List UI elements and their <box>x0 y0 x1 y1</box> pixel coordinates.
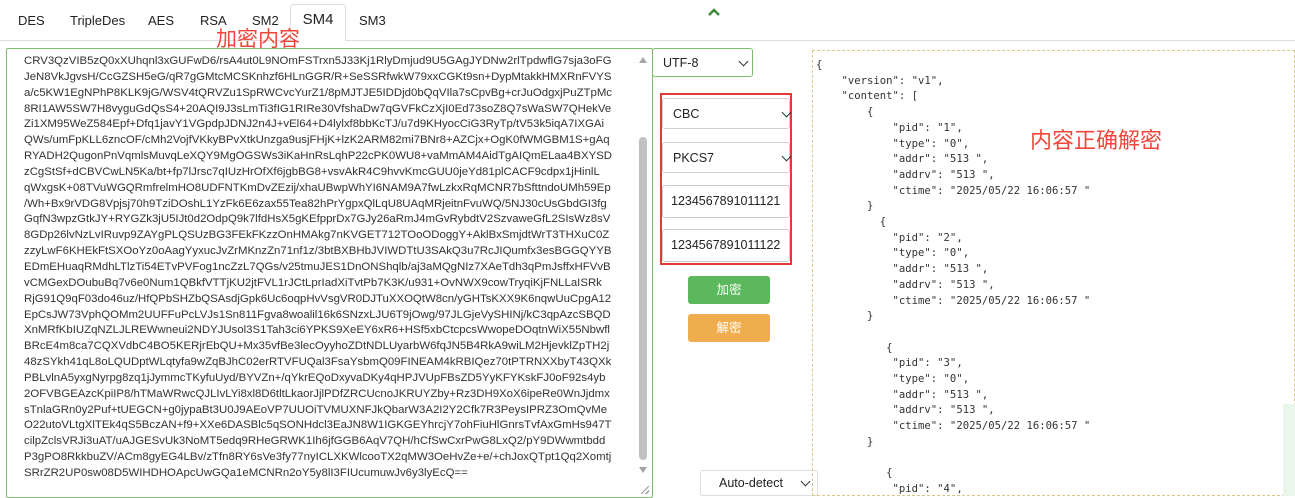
ciphertext-line: sTnlaGRn0y2Puf+tUEGCN+g0jypaBt3U0J9AEoVP… <box>24 403 608 416</box>
tab-sm3[interactable]: SM3 <box>359 8 386 39</box>
output-line: "addrv": "513 ", <box>816 168 995 181</box>
ciphertext-line: qWxgsK+08TVuWGQRmfrelmHO8UDFNTKmDvZEzij/… <box>24 181 611 194</box>
tab-tripledes[interactable]: TripleDes <box>70 8 125 39</box>
ciphertext-line: RjG91Q9qF03do46uz/HfQPbSHZbQSAsdjGpk6Uc6… <box>24 292 612 305</box>
output-line: { <box>816 216 887 229</box>
output-line: "type": "0", <box>816 247 970 260</box>
ciphertext-line: vCMGexDOubuBq7v6e0Num1QBkfVTTjKU2jtFVL1r… <box>24 276 602 289</box>
format-detect-value: Auto-detect <box>719 476 783 490</box>
chevron-up-icon[interactable] <box>706 6 722 18</box>
encoding-select-value: UTF-8 <box>663 55 699 70</box>
ciphertext-line: CRV3QzVIB5zQ0xXUhqnl3xGUFwD6/rsA4ut0L9NO… <box>24 55 612 67</box>
ciphertext-line: P3gPO8RkkbuZV/ACm8gyEG4LBv/zTfn8RY6sVe3f… <box>24 451 612 464</box>
scroll-down-arrow-icon[interactable] <box>639 467 647 473</box>
output-line: "content": [ <box>816 90 919 103</box>
output-line: "pid": "2", <box>816 231 963 244</box>
ciphertext-line: O22utoVLtgXlTEk4qS5BczAN+f9+XXe6DASBlc5q… <box>24 419 612 432</box>
ciphertext-line: zzyLwF6KHEkFtSXOoYz0oAagYyxucJvZrMKnzZn7… <box>24 245 612 258</box>
output-line: "ctime": "2025/05/22 16:06:57 " <box>816 294 1091 307</box>
ciphertext-line: GqfN3wpzGtkJY+RYGZk3jU5IJt0d2OdpQ9k7lfdH… <box>24 213 611 226</box>
ciphertext-scrollbar[interactable] <box>635 49 652 497</box>
output-line: { <box>816 59 823 71</box>
ciphertext-line: PBLvlnA5yxgNyrpg8zq1jJymmcTKyfuUyd/BYVZn… <box>24 371 606 384</box>
chevron-down-icon <box>781 151 792 162</box>
mode-select[interactable]: CBC <box>662 98 792 129</box>
ciphertext-line: Zi1XM95WeZ584Epf+Dfq1javY1VGpdpJDNJ2n4J+… <box>24 118 605 131</box>
ciphertext-line: zCgStSf+dCBVCwLN5Ka/bt+fp7lJrsc7qIUzHrOf… <box>24 165 600 178</box>
ciphertext-line: a/c5KW1EgNPhP8KLK9jG/WSV4tQRVZu1SpRWCvcY… <box>24 86 613 99</box>
ciphertext-line: 48zSYkh41qL8oLQUDptWLqtyfa9wZqBJhC02erRT… <box>24 356 612 369</box>
output-line: { <box>816 106 874 119</box>
output-line: } <box>816 200 874 213</box>
padding-select-value: PKCS7 <box>673 150 714 165</box>
chevron-down-icon <box>781 107 792 118</box>
ciphertext-line: 2OFVBGEAzcKpiIP8/hTMaWRwcQJLIvLYi8xl8D6t… <box>24 387 610 400</box>
padding-select[interactable]: PKCS7 <box>662 142 792 173</box>
ciphertext-line: RYADH2QugonPnVqmlsMuvqLeXQY9MgOGSWs3iKaH… <box>24 150 613 163</box>
format-detect-select[interactable]: Auto-detect <box>700 470 818 496</box>
output-annotation: 内容正确解密 <box>1030 129 1163 154</box>
ciphertext-line: 8RI1AW5SW7H8vyguGdQsS4+20AQI9J3sLmTi3fIG… <box>24 102 612 115</box>
ciphertext-line: SRrZR2UP0sw08D5WIHDHOApcUwGQa1eMCNRn2oY5… <box>24 466 468 479</box>
output-line: { <box>816 467 893 480</box>
algorithm-tabs: DES TripleDes AES RSA SM2 SM4 SM3 <box>0 0 1295 42</box>
ciphertext-line: QWs/umFpKLL6zncOF/cMh2VojfVKkyBPvXtkUnzg… <box>24 134 610 147</box>
ciphertext-line: 8GDp26lvNzLvIRuvp9ZAYgPLQSUzBG3FEkFKzzOn… <box>24 229 610 242</box>
chevron-down-icon <box>800 476 811 487</box>
edge-strip <box>1283 404 1295 496</box>
output-line: } <box>816 435 874 448</box>
output-line: "version": "v1", <box>816 74 944 87</box>
ciphertext-line: cilpZclsVRJi3uAT/uAJGESvUk3NoMT5edq9RHeG… <box>24 435 606 448</box>
ciphertext-textarea[interactable]: CRV3QzVIB5zQ0xXUhqnl3xGUFwD6/rsA4ut0L9NO… <box>6 48 653 498</box>
output-line: "addr": "513 ", <box>816 388 989 401</box>
output-line: { <box>816 341 893 354</box>
output-line: "addr": "513 ", <box>816 263 989 276</box>
encrypt-button[interactable]: 加密 <box>688 276 770 304</box>
ciphertext-line: XnMRfKbIUZqNZLJLREWwneui2NDYJUsol3S1Tah3… <box>24 324 610 337</box>
output-line: "pid": "3", <box>816 357 963 370</box>
tab-aes[interactable]: AES <box>148 8 174 39</box>
ciphertext-line: EpCsJW73VphQOMm2UUFFuPcLVJs1Sn811Fgva8wo… <box>24 308 611 321</box>
decrypt-button[interactable]: 解密 <box>688 314 770 342</box>
tab-des[interactable]: DES <box>18 8 45 39</box>
output-line: "ctime": "2025/05/22 16:06:57 " <box>816 420 1091 433</box>
ciphertext-content[interactable]: CRV3QzVIB5zQ0xXUhqnl3xGUFwD6/rsA4ut0L9NO… <box>24 54 627 494</box>
resize-grip-icon[interactable] <box>641 486 649 494</box>
encoding-select[interactable]: UTF-8 <box>652 48 753 77</box>
ciphertext-line: /Wh+Bx9rVDG8Vpjsj70h9TziDOshL1YzFk6E6zax… <box>24 197 607 210</box>
output-line: } <box>816 310 874 323</box>
output-line: "addrv": "513 ", <box>816 278 995 291</box>
ciphertext-line: BRcE4m8ca7CQXVdbC4BO5KERjrEbQU+Mx35vfBe3… <box>24 340 610 353</box>
ciphertext-line: EDmEHuaqRMdhLTlzTi54ETvPVFog1ncZzL7QGs/v… <box>24 260 611 273</box>
scroll-up-arrow-icon[interactable] <box>639 57 647 63</box>
output-line: "addrv": "513 ", <box>816 404 995 417</box>
mode-select-value: CBC <box>673 106 700 121</box>
chevron-down-icon <box>738 56 749 67</box>
iv-input[interactable]: 1234567891011122 <box>662 229 790 262</box>
ciphertext-line: JeN8VkJgvsH/CcGZSH5eG/qR7gGMtcMCSKnhzf6H… <box>24 70 612 83</box>
output-line: "ctime": "2025/05/22 16:06:57 " <box>816 184 1091 197</box>
key-input[interactable]: 1234567891011121 <box>662 185 790 218</box>
output-line: "pid": "4", <box>816 482 963 495</box>
output-line: "type": "0", <box>816 373 970 386</box>
scroll-thumb[interactable] <box>639 137 647 460</box>
